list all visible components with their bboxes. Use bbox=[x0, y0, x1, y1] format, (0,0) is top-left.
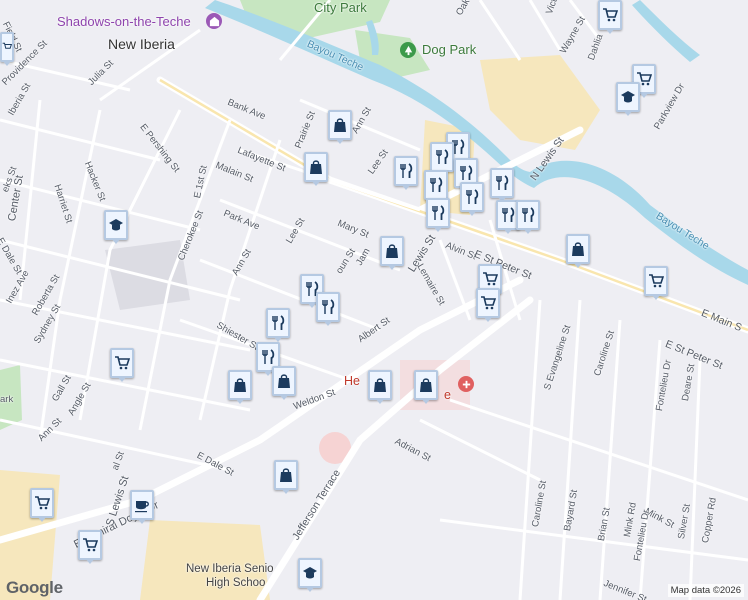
grocery-pin[interactable] bbox=[110, 348, 134, 382]
park-label: ark bbox=[0, 394, 14, 405]
school-pin[interactable] bbox=[616, 82, 640, 116]
map-canvas[interactable]: New Iberia Shadows-on-the-Teche City Par… bbox=[0, 0, 748, 600]
bag-icon bbox=[374, 378, 386, 392]
restaurant-pin[interactable] bbox=[490, 168, 514, 202]
shopping-pin[interactable] bbox=[304, 152, 328, 186]
bag-icon bbox=[310, 160, 322, 174]
fork-knife-icon bbox=[272, 315, 285, 330]
map-attribution[interactable]: Map data ©2026 bbox=[667, 584, 744, 597]
fork-knife-icon bbox=[400, 163, 413, 178]
school-pin[interactable] bbox=[298, 558, 322, 592]
grocery-pin[interactable] bbox=[598, 0, 622, 34]
shopping-pin[interactable] bbox=[368, 370, 392, 404]
cafe-pin[interactable] bbox=[130, 490, 154, 524]
bag-icon bbox=[234, 378, 246, 392]
school-icon bbox=[109, 219, 123, 231]
cart-icon bbox=[115, 356, 130, 370]
bag-icon bbox=[572, 242, 584, 256]
grocery-pin[interactable] bbox=[476, 288, 500, 322]
school-icon bbox=[303, 567, 317, 579]
school-label: High Schoo bbox=[206, 577, 266, 589]
restaurant-pin[interactable] bbox=[460, 182, 484, 216]
cart-icon bbox=[603, 8, 618, 22]
fork-knife-icon bbox=[322, 299, 335, 314]
shopping-pin[interactable] bbox=[414, 370, 438, 404]
fork-knife-icon bbox=[502, 207, 515, 222]
shopping-pin[interactable] bbox=[380, 236, 404, 270]
restaurant-pin[interactable] bbox=[316, 292, 340, 326]
fork-knife-icon bbox=[430, 177, 443, 192]
fork-knife-icon bbox=[432, 205, 445, 220]
fork-knife-icon bbox=[262, 349, 275, 364]
fork-knife-icon bbox=[460, 165, 473, 180]
cart-icon bbox=[2, 42, 12, 49]
cup-icon bbox=[135, 501, 149, 513]
restaurant-pin[interactable] bbox=[394, 156, 418, 190]
restaurant-pin[interactable] bbox=[266, 308, 290, 342]
shopping-pin[interactable] bbox=[328, 110, 352, 144]
hospital-icon[interactable] bbox=[458, 376, 474, 392]
bag-icon bbox=[420, 378, 432, 392]
school-pin[interactable] bbox=[104, 210, 128, 244]
grocery-pin[interactable] bbox=[0, 32, 14, 66]
school-label: New Iberia Senio bbox=[186, 563, 274, 575]
bag-icon bbox=[280, 468, 292, 482]
hospital-label: e bbox=[444, 388, 451, 402]
cart-icon bbox=[35, 496, 50, 510]
restaurant-pin[interactable] bbox=[424, 170, 448, 204]
city-label: New Iberia bbox=[108, 36, 175, 52]
park-label: Dog Park bbox=[422, 42, 477, 57]
cart-icon bbox=[483, 272, 498, 286]
landmark-label: Shadows-on-the-Teche bbox=[57, 14, 191, 29]
cart-icon bbox=[83, 538, 98, 552]
shopping-pin[interactable] bbox=[274, 460, 298, 494]
grocery-pin[interactable] bbox=[644, 266, 668, 300]
restaurant-pin[interactable] bbox=[516, 200, 540, 234]
hospital-label: He bbox=[344, 374, 360, 388]
cart-icon bbox=[481, 296, 496, 310]
fork-knife-icon bbox=[466, 189, 479, 204]
fork-knife-icon bbox=[496, 175, 509, 190]
school-icon bbox=[621, 91, 635, 103]
bag-icon bbox=[278, 374, 290, 388]
park-label: City Park bbox=[314, 0, 367, 15]
fork-knife-icon bbox=[436, 149, 449, 164]
shopping-pin[interactable] bbox=[272, 366, 296, 400]
restaurant-pin[interactable] bbox=[430, 142, 454, 176]
fork-knife-icon bbox=[522, 207, 535, 222]
grocery-pin[interactable] bbox=[78, 530, 102, 564]
cart-icon bbox=[649, 274, 664, 288]
grocery-pin[interactable] bbox=[30, 488, 54, 522]
shopping-pin[interactable] bbox=[566, 234, 590, 268]
landmark-icon[interactable] bbox=[206, 13, 222, 29]
restaurant-pin[interactable] bbox=[426, 198, 450, 232]
tree-icon[interactable] bbox=[400, 42, 416, 58]
bag-icon bbox=[334, 118, 346, 132]
shopping-pin[interactable] bbox=[228, 370, 252, 404]
google-logo: Google bbox=[6, 578, 63, 597]
bag-icon bbox=[386, 244, 398, 258]
